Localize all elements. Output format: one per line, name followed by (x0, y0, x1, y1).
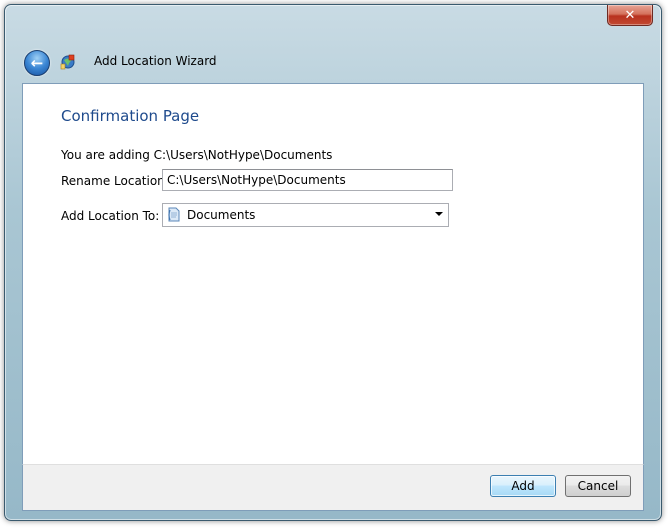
close-icon: ✕ (624, 7, 636, 23)
page-title: Confirmation Page (61, 107, 200, 125)
rename-location-input[interactable]: C:\Users\NotHype\Documents (162, 169, 453, 191)
cancel-button[interactable]: Cancel (565, 475, 631, 497)
add-button[interactable]: Add (490, 475, 556, 497)
documents-library-icon (167, 207, 180, 222)
back-button[interactable]: ← (24, 50, 50, 76)
back-arrow-icon: ← (30, 53, 44, 72)
add-location-to-label: Add Location To: (61, 209, 160, 223)
chevron-down-icon[interactable] (435, 212, 443, 216)
wizard-content: Confirmation Page You are adding C:\User… (22, 83, 644, 465)
wizard-globe-icon (60, 54, 76, 70)
title-bar: ✕ ← Add Location Wizard (5, 5, 661, 81)
adding-location-text: You are adding C:\Users\NotHype\Document… (61, 148, 333, 162)
rename-location-label: Rename Location: (61, 174, 169, 188)
close-button[interactable]: ✕ (607, 5, 653, 26)
add-location-to-select[interactable]: Documents (162, 203, 449, 227)
button-bar: Add Cancel (22, 464, 644, 511)
wizard-title: Add Location Wizard (94, 54, 217, 68)
wizard-window: ✕ ← Add Location Wizard Confirmation Pag… (4, 4, 662, 521)
add-location-to-value: Documents (187, 208, 256, 222)
